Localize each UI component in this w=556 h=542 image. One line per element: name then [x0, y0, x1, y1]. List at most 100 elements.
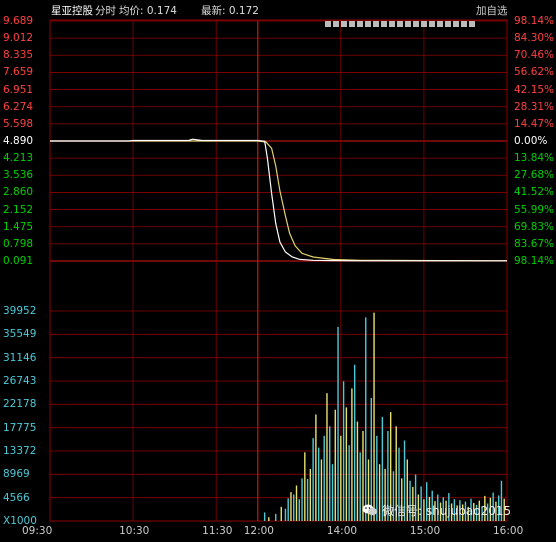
intraday-chart: 星亚控股 分时 均价: 0.174 最新: 0.172 加自选 9.689 9.0…: [0, 0, 556, 538]
volume-bar: [365, 317, 367, 521]
avg-price-label: 均价: 0.174: [119, 5, 177, 17]
volume-bar: [293, 494, 295, 521]
scroll-dot: [469, 21, 475, 27]
volume-bar: [323, 435, 325, 521]
time-tick-label: 11:30: [202, 525, 233, 537]
price-tick-label: 7.659: [3, 66, 34, 79]
percent-tick-label: 70.46%: [514, 49, 555, 62]
time-tick-label: 16:00: [493, 525, 524, 537]
scroll-dot: [405, 21, 411, 27]
volume-bar: [306, 478, 309, 521]
volume-bar: [295, 485, 298, 521]
percent-tick-label: 98.14%: [514, 15, 555, 27]
price-tick-label: 3.536: [3, 169, 34, 182]
scroll-dot: [461, 21, 467, 27]
price-tick-label: 0.798: [3, 237, 34, 250]
chart-frame: [49, 19, 508, 522]
volume-bar: [359, 452, 361, 521]
price-line: [50, 138, 507, 262]
volume-bar: [301, 478, 303, 521]
scroll-dot: [325, 21, 331, 27]
price-tick-label: 6.274: [3, 100, 34, 113]
price-tick-label: 9.012: [3, 32, 34, 45]
volume-bar: [373, 312, 375, 521]
price-tick-label: 2.860: [3, 186, 34, 199]
add-watchlist-button[interactable]: 加自选: [476, 5, 508, 17]
price-tick-label: 1.475: [3, 220, 34, 233]
volume-bar: [329, 426, 331, 521]
scroll-dot: [341, 21, 347, 27]
scroll-dot: [357, 21, 363, 27]
volume-bar: [342, 381, 345, 521]
volume-tick-label: 17775: [3, 421, 37, 434]
average-price-line: [50, 140, 508, 262]
volume-bar: [287, 498, 289, 521]
price-tick-label: 2.152: [3, 203, 34, 216]
volume-bar: [334, 409, 336, 521]
scroll-indicator[interactable]: [325, 20, 475, 28]
percent-tick-label: 69.83%: [514, 220, 555, 233]
percent-tick-label: 56.62%: [514, 66, 555, 79]
last-price-label: 最新: 0.172: [201, 5, 259, 17]
scroll-dot: [453, 21, 459, 27]
volume-bar: [275, 513, 277, 521]
percent-tick-label: 84.30%: [514, 32, 555, 45]
time-tick-label: 15:00: [409, 525, 441, 537]
scroll-dot: [373, 21, 379, 27]
time-tick-label: 10:30: [119, 525, 150, 537]
percent-tick-label: 98.14%: [514, 255, 555, 267]
volume-bar: [298, 499, 300, 521]
volume-tick-label: 26743: [3, 375, 37, 387]
scroll-dot: [389, 21, 395, 27]
volume-bar: [348, 445, 350, 521]
volume-bar: [320, 459, 323, 521]
percent-tick-label: 55.99%: [514, 203, 555, 216]
percent-tick-label: 27.68%: [514, 169, 555, 182]
volume-bar: [331, 464, 334, 521]
scroll-dot: [413, 21, 419, 27]
volume-bar: [284, 508, 287, 521]
price-tick-label: 8.335: [3, 49, 34, 62]
percent-tick-label: 41.52%: [514, 186, 555, 199]
scroll-dot: [445, 21, 451, 27]
price-tick-label: 0.091: [3, 255, 34, 267]
percent-tick-label: 83.67%: [514, 237, 555, 250]
volume-tick-label: 13372: [3, 445, 37, 457]
scroll-dot: [429, 21, 435, 27]
percent-tick-label: 42.15%: [514, 83, 555, 96]
volume-bar: [345, 407, 348, 521]
scroll-dot: [365, 21, 371, 27]
volume-bar: [356, 421, 359, 521]
volume-tick-label: 22178: [3, 398, 37, 411]
price-tick-label: 5.598: [3, 117, 34, 130]
volume-bar: [353, 364, 356, 521]
chart-canvas: [49, 19, 508, 522]
wechat-icon: [362, 504, 377, 516]
percent-tick-label: 14.47%: [514, 117, 555, 130]
volume-tick-label: 39952: [3, 305, 37, 317]
volume-tick-label: 31146: [3, 351, 37, 364]
time-tick-label: 12:00: [243, 525, 274, 537]
volume-bar: [263, 512, 266, 521]
volume-bar: [337, 326, 339, 521]
scroll-dot: [437, 21, 443, 27]
price-tick-label: 6.951: [3, 83, 34, 96]
scroll-dot: [397, 21, 403, 27]
time-tick-label: 09:30: [22, 525, 53, 537]
volume-tick-label: 35549: [3, 328, 37, 341]
chart-mode[interactable]: 分时: [95, 5, 116, 17]
volume-bar: [351, 388, 353, 521]
volume-bar: [326, 393, 328, 521]
volume-bar: [309, 468, 312, 521]
stock-name: 星亚控股: [51, 5, 93, 17]
percent-tick-label: 0.00%: [514, 135, 548, 147]
volume-bar: [304, 452, 306, 521]
volume-bar: [268, 517, 270, 521]
scroll-dot: [349, 21, 355, 27]
price-tick-label: 4.213: [3, 152, 34, 165]
scroll-dot: [333, 21, 339, 27]
scroll-dot: [381, 21, 387, 27]
percent-tick-label: 13.84%: [514, 152, 555, 165]
volume-tick-label: 8969: [3, 468, 30, 481]
volume-bar: [290, 492, 292, 521]
